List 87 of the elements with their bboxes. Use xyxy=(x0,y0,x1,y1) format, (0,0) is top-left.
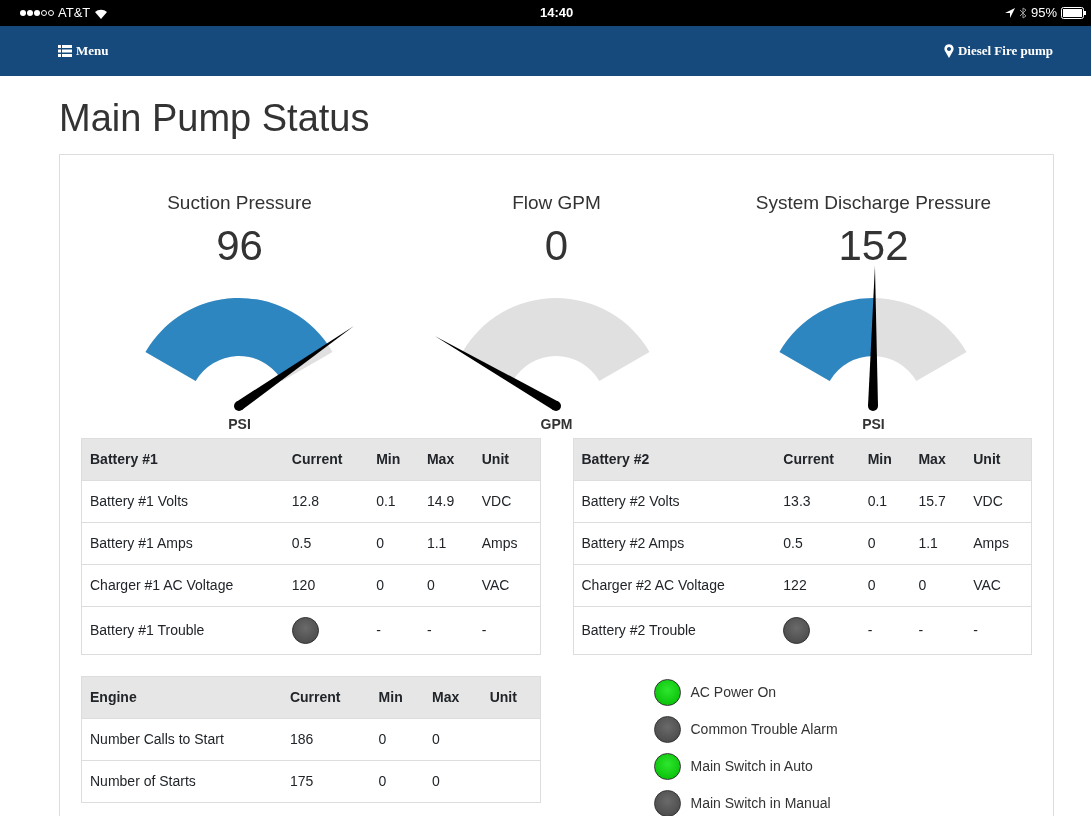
map-pin-icon xyxy=(943,44,954,58)
indicator-label: Main Switch in Auto xyxy=(690,757,813,777)
column-header: Min xyxy=(368,439,419,481)
page-title: Main Pump Status xyxy=(59,96,371,141)
gauge-unit: PSI xyxy=(862,415,885,435)
gauge-title: System Discharge Pressure xyxy=(755,190,992,215)
carrier-name: AT&T xyxy=(58,4,91,23)
table-cell: - xyxy=(368,607,419,655)
gauge-title: Flow GPM xyxy=(512,190,601,215)
column-header: Battery #1 xyxy=(81,439,284,481)
column-header: Max xyxy=(910,439,966,481)
table-cell: Amps xyxy=(965,523,1032,565)
table-cell: Battery #1 Amps xyxy=(81,523,284,565)
table-cell: Charger #1 AC Voltage xyxy=(81,565,284,607)
column-header: Max xyxy=(424,677,482,719)
table-cell: 0.1 xyxy=(859,481,911,523)
location-button[interactable]: Diesel Fire pump xyxy=(943,41,1053,61)
table-cell: 15.7 xyxy=(910,481,966,523)
table-cell: 175 xyxy=(281,761,371,803)
column-header: Current xyxy=(775,439,860,481)
table-cell: 14.9 xyxy=(418,481,474,523)
table-cell: Battery #1 Volts xyxy=(81,481,284,523)
table-cell: - xyxy=(473,607,540,655)
gauge-unit: GPM xyxy=(540,415,573,435)
table-cell: Charger #2 AC Voltage xyxy=(573,565,776,607)
column-header: Battery #2 xyxy=(573,439,776,481)
table-cell: 1.1 xyxy=(910,523,966,565)
column-header: Unit xyxy=(481,677,540,719)
table-cell: 0 xyxy=(370,719,425,761)
column-header: Unit xyxy=(965,439,1032,481)
battery-icon xyxy=(1061,7,1087,19)
table-cell: 0 xyxy=(418,565,474,607)
table-cell: - xyxy=(418,607,474,655)
table-cell: - xyxy=(910,607,966,655)
column-header: Min xyxy=(370,677,425,719)
table-cell: Number Calls to Start xyxy=(81,719,282,761)
battery-percentage: 95% xyxy=(1030,4,1057,23)
table-cell: 0 xyxy=(368,523,419,565)
table-cell: Battery #2 Volts xyxy=(573,481,776,523)
table-cell: 13.3 xyxy=(775,481,860,523)
table-cell: 1.1 xyxy=(418,523,474,565)
table-cell: VDC xyxy=(473,481,540,523)
table-cell: 0 xyxy=(368,565,419,607)
bluetooth-icon xyxy=(1018,7,1027,19)
menu-button[interactable]: Menu xyxy=(58,41,109,61)
table-cell: Number of Starts xyxy=(81,761,282,803)
indicator-label: Main Switch in Manual xyxy=(690,794,831,814)
table-cell: - xyxy=(859,607,911,655)
table-cell: - xyxy=(965,607,1032,655)
table-cell: 0 xyxy=(370,761,425,803)
column-header: Engine xyxy=(81,677,282,719)
column-header: Min xyxy=(859,439,911,481)
list-icon xyxy=(58,45,72,57)
table-cell: VAC xyxy=(473,565,540,607)
location-arrow-icon xyxy=(1004,8,1015,18)
gauge-unit: PSI xyxy=(228,415,251,435)
indicator-label: AC Power On xyxy=(690,683,777,703)
table-cell: 0 xyxy=(910,565,966,607)
table-cell: Battery #1 Trouble xyxy=(81,607,284,655)
gauge-title: Suction Pressure xyxy=(167,190,312,215)
signal-icon xyxy=(20,9,54,17)
table-cell: VAC xyxy=(965,565,1032,607)
table-cell: Battery #2 Amps xyxy=(573,523,776,565)
table-cell: 0.1 xyxy=(368,481,419,523)
table-cell: Amps xyxy=(473,523,540,565)
table-cell: 12.8 xyxy=(283,481,369,523)
table-cell: Battery #2 Trouble xyxy=(573,607,776,655)
gauge-value: 96 xyxy=(216,221,263,272)
table-cell: 186 xyxy=(281,719,371,761)
table-cell: 122 xyxy=(775,565,860,607)
column-header: Current xyxy=(281,677,371,719)
table-cell: 0 xyxy=(424,761,482,803)
table-cell: 120 xyxy=(283,565,369,607)
wifi-icon xyxy=(94,7,109,19)
table-cell: 0.5 xyxy=(775,523,860,565)
column-header: Current xyxy=(283,439,369,481)
table-cell: 0 xyxy=(859,523,911,565)
clock: 14:40 xyxy=(540,4,574,23)
table-cell: 0 xyxy=(424,719,482,761)
gauge-value: 0 xyxy=(544,221,569,272)
column-header: Max xyxy=(418,439,474,481)
table-cell: 0 xyxy=(859,565,911,607)
gauge-value: 152 xyxy=(838,221,909,272)
indicator-label: Common Trouble Alarm xyxy=(690,720,838,740)
table-cell: VDC xyxy=(965,481,1032,523)
table-cell: 0.5 xyxy=(283,523,369,565)
column-header: Unit xyxy=(473,439,540,481)
